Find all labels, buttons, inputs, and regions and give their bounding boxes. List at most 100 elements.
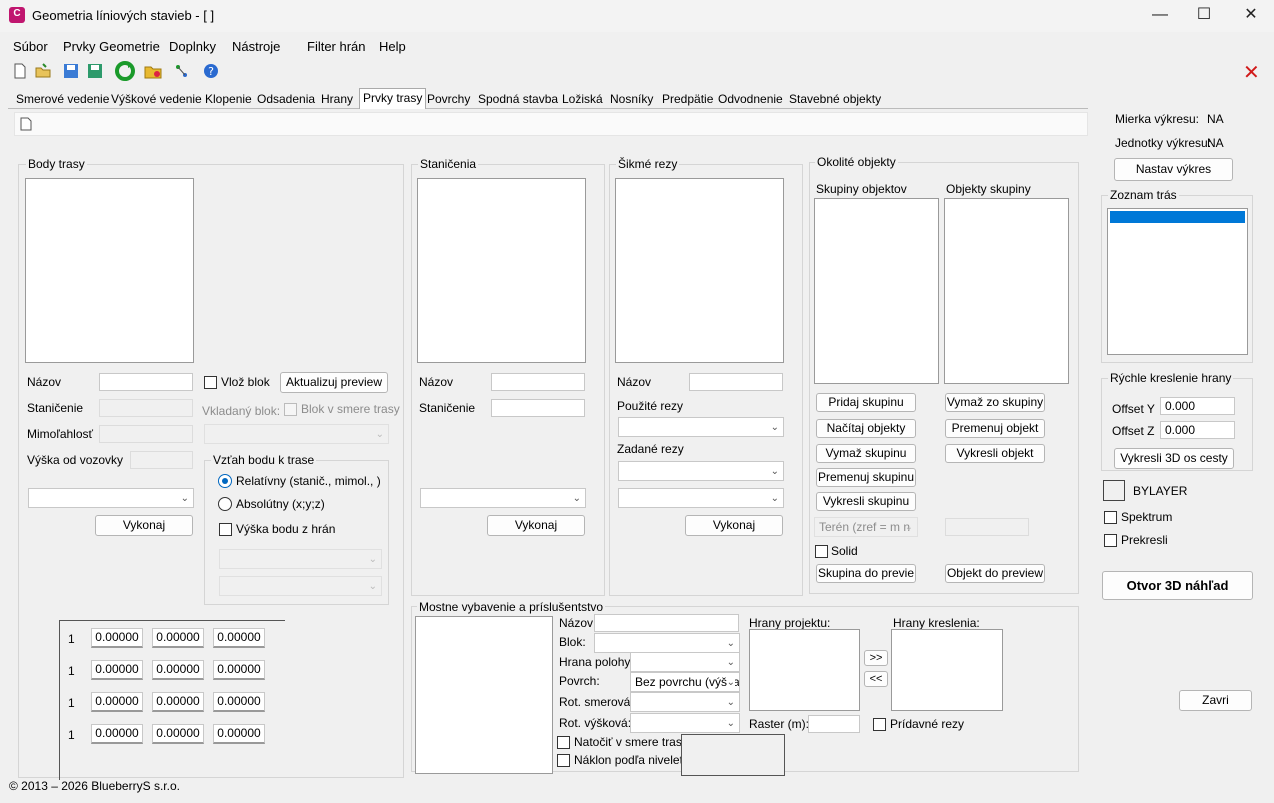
- zoznam-tras-selected-item[interactable]: [1110, 211, 1245, 223]
- vloz-blok-checkbox[interactable]: [204, 376, 217, 389]
- offset-y-input[interactable]: 0.000: [1160, 397, 1235, 415]
- tab-klopenie[interactable]: Klopenie: [202, 90, 255, 108]
- zavri-button[interactable]: Zavri: [1179, 690, 1252, 711]
- pridaj-skupinu-button[interactable]: Pridaj skupinu: [816, 393, 916, 412]
- naklon-checkbox[interactable]: [557, 754, 570, 767]
- blok-select[interactable]: ⌄: [594, 633, 740, 653]
- offset-z-input[interactable]: 0.000: [1160, 421, 1235, 439]
- vkladany-blok-select[interactable]: ⌄: [204, 424, 389, 444]
- remove-hrany-button[interactable]: <<: [864, 671, 888, 687]
- tab-hrany[interactable]: Hrany: [318, 90, 356, 108]
- blok-smer-checkbox[interactable]: [284, 403, 297, 416]
- vykresli-objekt-button[interactable]: Vykresli objekt: [945, 444, 1045, 463]
- tab-prvky-trasy[interactable]: Prvky trasy: [359, 88, 427, 109]
- skupiny-list[interactable]: [814, 198, 939, 384]
- tab-predpatie[interactable]: Predpätie: [659, 90, 716, 108]
- bylayer-color-swatch[interactable]: [1103, 480, 1125, 501]
- vymaz-skupinu-button[interactable]: Vymaž skupinu: [816, 444, 916, 463]
- grid-cell[interactable]: 0.00000: [152, 724, 204, 744]
- povrch-select[interactable]: Bez povrchu (výška ⌄: [630, 672, 740, 692]
- tab-smerove-vedenie[interactable]: Smerové vedenie: [13, 90, 112, 108]
- stanicenia-stanicenie-input[interactable]: [491, 399, 585, 417]
- aktualizuj-preview-button[interactable]: Aktualizuj preview: [280, 372, 388, 393]
- stanicenie-input[interactable]: [99, 399, 193, 417]
- grid-cell[interactable]: 0.00000: [91, 692, 143, 712]
- save-as-icon[interactable]: [86, 62, 104, 80]
- new-item-icon[interactable]: [20, 117, 32, 131]
- vymaz-zo-skupiny-button[interactable]: Vymaž zo skupiny: [945, 393, 1045, 412]
- vyska-select-1[interactable]: ⌄: [219, 549, 382, 569]
- grid-cell[interactable]: 0.00000: [213, 724, 265, 744]
- tab-odsadenia[interactable]: Odsadenia: [254, 90, 318, 108]
- otvor-3d-nahlad-button[interactable]: Otvor 3D náhľad: [1102, 571, 1253, 600]
- grid-cell[interactable]: 0.00000: [91, 628, 143, 648]
- open-folder-icon[interactable]: [34, 62, 52, 80]
- nazov-input[interactable]: [99, 373, 193, 391]
- add-hrany-button[interactable]: >>: [864, 650, 888, 666]
- tab-vyskove-vedenie[interactable]: Výškové vedenie: [108, 90, 205, 108]
- zoznam-tras-list[interactable]: [1107, 208, 1248, 355]
- vykonaj-button-1[interactable]: Vykonaj: [95, 515, 193, 536]
- hrany-projektu-list[interactable]: [749, 629, 860, 711]
- vykonaj-button-3[interactable]: Vykonaj: [685, 515, 783, 536]
- save-icon[interactable]: [62, 62, 80, 80]
- grid-cell[interactable]: 0.00000: [91, 660, 143, 680]
- help-icon[interactable]: ?: [202, 62, 220, 80]
- nacitaj-objekty-button[interactable]: Načítaj objekty: [816, 419, 916, 438]
- premenuj-objekt-button[interactable]: Premenuj objekt: [945, 419, 1045, 438]
- tab-povrchy[interactable]: Povrchy: [424, 90, 473, 108]
- vykonaj-button-2[interactable]: Vykonaj: [487, 515, 585, 536]
- menu-doplnky[interactable]: Doplnky: [169, 39, 216, 54]
- zadane-rezy-select[interactable]: ⌄: [618, 461, 784, 481]
- raster-input[interactable]: [808, 715, 860, 733]
- stanicenia-list[interactable]: [417, 178, 586, 363]
- grid-cell[interactable]: 0.00000: [213, 660, 265, 680]
- vyska-input[interactable]: [130, 451, 193, 469]
- relativny-radio[interactable]: [218, 474, 232, 488]
- menu-nastroje[interactable]: Nástroje: [232, 39, 280, 54]
- folder-settings-icon[interactable]: [144, 62, 162, 80]
- stanicenia-nazov-input[interactable]: [491, 373, 585, 391]
- hrany-kreslenia-list[interactable]: [891, 629, 1003, 711]
- teren-select[interactable]: Terén (zref = m n ⌄: [814, 517, 918, 537]
- hrana-polohy-select[interactable]: ⌄: [630, 652, 740, 672]
- mostne-nazov-input[interactable]: [594, 614, 739, 632]
- vyska-z-hran-checkbox[interactable]: [219, 523, 232, 536]
- grid-cell[interactable]: 0.00000: [213, 628, 265, 648]
- solid-checkbox[interactable]: [815, 545, 828, 558]
- stanicenia-select[interactable]: ⌄: [420, 488, 586, 508]
- minimize-button[interactable]: —: [1137, 0, 1183, 32]
- menu-subor[interactable]: Súbor: [13, 39, 48, 54]
- spektrum-checkbox[interactable]: [1104, 511, 1117, 524]
- grid-cell[interactable]: 0.00000: [152, 628, 204, 648]
- mimoslost-input[interactable]: [99, 425, 193, 443]
- skupina-do-preview-button[interactable]: Skupina do previe: [816, 564, 916, 583]
- menu-prvky-geometrie[interactable]: Prvky Geometrie: [63, 39, 160, 54]
- absolutny-radio[interactable]: [218, 497, 232, 511]
- rot-smerova-select[interactable]: ⌄: [630, 692, 740, 712]
- objekt-do-preview-button[interactable]: Objekt do preview: [945, 564, 1045, 583]
- grid-cell[interactable]: 0.00000: [152, 692, 204, 712]
- vykresli-skupinu-button[interactable]: Vykresli skupinu: [816, 492, 916, 511]
- teren-input[interactable]: [945, 518, 1029, 536]
- objekty-list[interactable]: [944, 198, 1069, 384]
- vyska-select-2[interactable]: ⌄: [219, 576, 382, 596]
- close-window-button[interactable]: ✕: [1228, 0, 1274, 32]
- tab-odvodnenie[interactable]: Odvodnenie: [715, 90, 786, 108]
- natocit-checkbox[interactable]: [557, 736, 570, 749]
- premenuj-skupinu-button[interactable]: Premenuj skupinu: [816, 468, 916, 487]
- sikme-nazov-input[interactable]: [689, 373, 783, 391]
- sikme-select[interactable]: ⌄: [618, 488, 784, 508]
- sikme-rezy-list[interactable]: [615, 178, 784, 363]
- rot-vyskova-select[interactable]: ⌄: [630, 713, 740, 733]
- menu-help[interactable]: Help: [379, 39, 406, 54]
- menu-filter-hran[interactable]: Filter hrán: [307, 39, 366, 54]
- prekresli-checkbox[interactable]: [1104, 534, 1117, 547]
- grid-cell[interactable]: 0.00000: [152, 660, 204, 680]
- pridavne-rezy-checkbox[interactable]: [873, 718, 886, 731]
- refresh-icon[interactable]: [114, 60, 136, 82]
- tab-spodna-stavba[interactable]: Spodná stavba: [475, 90, 561, 108]
- tab-loziska[interactable]: Ložiská: [559, 90, 606, 108]
- pouzite-rezy-select[interactable]: ⌄: [618, 417, 784, 437]
- grid-cell[interactable]: 0.00000: [91, 724, 143, 744]
